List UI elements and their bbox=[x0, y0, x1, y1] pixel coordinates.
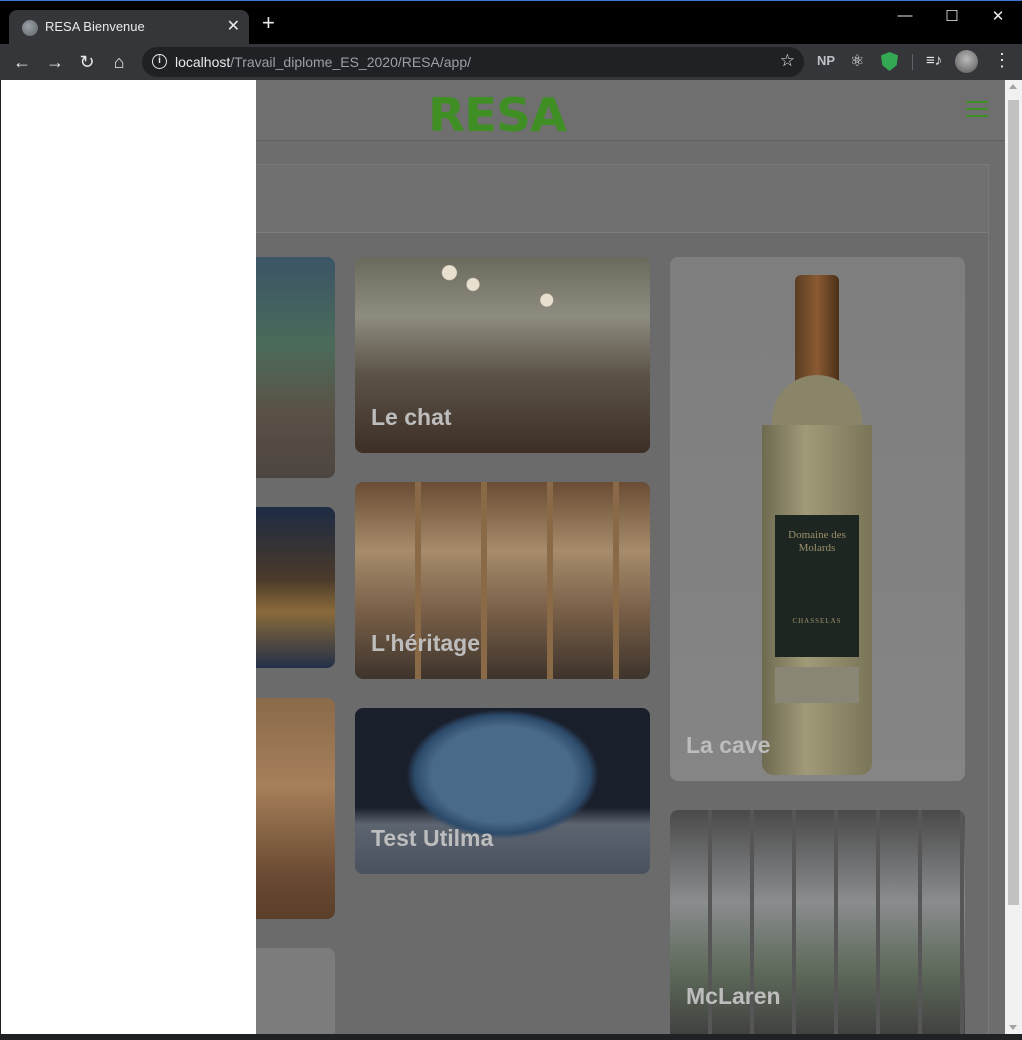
tab-close-icon[interactable]: ✕ bbox=[227, 16, 240, 36]
card-label: L'héritage bbox=[371, 630, 480, 656]
shield-icon[interactable] bbox=[881, 52, 898, 71]
panel-header bbox=[230, 165, 988, 233]
star-icon[interactable]: ☆ bbox=[780, 51, 795, 71]
url-text[interactable]: localhost/Travail_diplome_ES_2020/RESA/a… bbox=[175, 54, 471, 70]
toolbar-divider bbox=[912, 54, 913, 70]
url-host: localhost bbox=[175, 54, 231, 70]
browser-tab[interactable]: RESA Bienvenue ✕ bbox=[9, 10, 249, 45]
window-bottom-edge bbox=[0, 1034, 1022, 1040]
back-icon[interactable]: ← bbox=[10, 50, 34, 74]
close-window-button[interactable]: ✕ bbox=[975, 7, 1021, 25]
bottle-label-title: Domaine des Molards bbox=[788, 529, 846, 554]
bottle-label-variety: CHASSELAS bbox=[792, 617, 842, 625]
menu-dots-icon[interactable]: ⋮ bbox=[993, 50, 1011, 71]
wine-bottle-image: Domaine des Molards CHASSELAS bbox=[762, 275, 872, 775]
restaurant-card-test-utilma[interactable]: Test Utilma bbox=[355, 708, 650, 874]
restaurant-card-heritage[interactable]: L'héritage bbox=[355, 482, 650, 679]
restaurant-card-le-chat[interactable]: Le chat bbox=[355, 257, 650, 453]
browser-toolbar: ← → ↻ ⌂ i localhost/Travail_diplome_ES_2… bbox=[0, 44, 1022, 80]
resa-logo[interactable]: RESA bbox=[428, 88, 567, 142]
address-bar[interactable]: i localhost/Travail_diplome_ES_2020/RESA… bbox=[142, 47, 804, 77]
bottle-label: Domaine des Molards CHASSELAS bbox=[775, 515, 859, 657]
forward-icon[interactable]: → bbox=[43, 50, 67, 74]
restaurant-card-mclaren[interactable]: McLaren bbox=[670, 810, 965, 1034]
profile-avatar[interactable] bbox=[955, 50, 978, 73]
home-icon[interactable]: ⌂ bbox=[107, 50, 131, 74]
info-icon[interactable]: i bbox=[152, 54, 167, 69]
scroll-down-icon[interactable] bbox=[1009, 1025, 1017, 1030]
atom-icon[interactable]: ⚛ bbox=[850, 51, 864, 71]
minimize-button[interactable]: — bbox=[882, 7, 928, 24]
globe-icon bbox=[22, 20, 38, 36]
reload-icon[interactable]: ↻ bbox=[75, 50, 99, 74]
window-titlebar: RESA Bienvenue ✕ + — ☐ ✕ bbox=[0, 0, 1022, 45]
maximize-button[interactable]: ☐ bbox=[929, 7, 975, 25]
page-scrollbar[interactable] bbox=[1005, 80, 1022, 1034]
url-path: /Travail_diplome_ES_2020/RESA/app/ bbox=[230, 54, 471, 70]
card-label: La cave bbox=[686, 732, 771, 758]
card-label: McLaren bbox=[686, 983, 781, 1009]
media-icon[interactable]: ≡♪ bbox=[926, 52, 942, 69]
restaurant-card-la-cave[interactable]: Domaine des Molards CHASSELAS La cave bbox=[670, 257, 965, 781]
tab-title: RESA Bienvenue bbox=[45, 19, 145, 34]
card-label: Test Utilma bbox=[371, 825, 494, 851]
side-drawer[interactable] bbox=[1, 80, 256, 1034]
card-label: Le chat bbox=[371, 404, 452, 430]
scroll-up-icon[interactable] bbox=[1009, 84, 1017, 89]
new-tab-button[interactable]: + bbox=[262, 12, 275, 34]
scrollbar-thumb[interactable] bbox=[1008, 100, 1019, 905]
extension-np[interactable]: NP bbox=[817, 53, 835, 68]
hamburger-icon[interactable] bbox=[966, 101, 988, 117]
